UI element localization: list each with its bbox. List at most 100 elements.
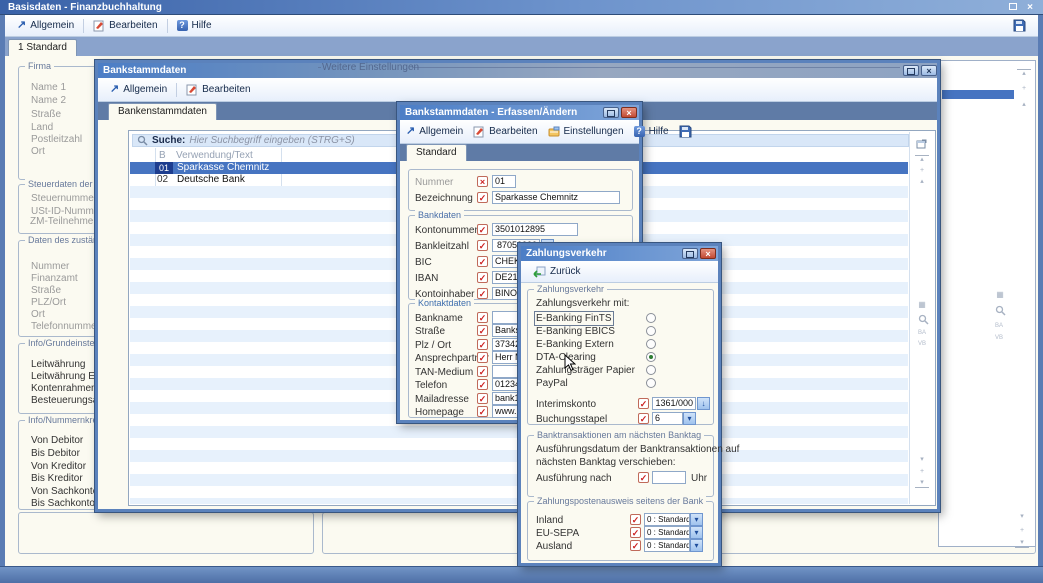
main-restore-button[interactable] [1006, 1, 1020, 14]
main-menu-allgemein[interactable]: ↗ Allgemein [11, 18, 80, 33]
interimskonto-input[interactable]: 1361/000 [652, 397, 696, 410]
move-up-icon[interactable]: + [1017, 85, 1031, 93]
ausland-dropdown-button[interactable]: ▾ [690, 539, 703, 552]
mailadresse-checkbox[interactable]: ✓ [477, 393, 488, 404]
column-options-icon[interactable] [916, 139, 927, 149]
right-panel-selected-row[interactable] [942, 90, 1014, 99]
ausfuehrung-input[interactable] [652, 471, 686, 484]
back-button[interactable]: Zurück [527, 264, 587, 280]
radio-paypal[interactable] [646, 378, 656, 388]
kontonummer-input[interactable]: 3501012895 [492, 223, 578, 236]
edit-save-button[interactable] [676, 123, 695, 140]
down-arrow-icon[interactable]: ▾ [1015, 513, 1029, 521]
interimskonto-lookup-button[interactable]: ↓ [697, 397, 710, 410]
main-close-button[interactable]: × [1023, 1, 1037, 14]
column-header-text[interactable]: Verwendung/Text [176, 150, 253, 161]
ba-icon[interactable]: BA [918, 330, 926, 336]
main-titlebar[interactable]: Basisdaten - Finanzbuchhaltung × [0, 0, 1043, 15]
bezeichnung-checkbox[interactable]: ✓ [477, 192, 488, 203]
option-label-paypal[interactable]: PayPal [536, 378, 568, 389]
tab-1-standard[interactable]: 1 Standard [8, 39, 77, 56]
radio-papier[interactable] [646, 365, 656, 375]
column-header-b[interactable]: B [159, 150, 166, 161]
scroll-up-icon[interactable]: + [915, 167, 929, 175]
ausfuehrung-checkbox[interactable]: ✓ [638, 472, 649, 483]
magnifier-icon[interactable] [918, 314, 929, 325]
buchungsstapel-select[interactable]: 6 [652, 412, 683, 425]
scroll-to-top-icon[interactable]: ▴ [915, 155, 929, 164]
inland-checkbox[interactable]: ✓ [630, 514, 641, 525]
radio-ebics[interactable] [646, 326, 656, 336]
edit-window-titlebar[interactable]: Bankstammdaten - Erfassen/Ändern × [400, 105, 639, 120]
strasse-checkbox[interactable]: ✓ [477, 325, 488, 336]
edit-menu-bearbeiten[interactable]: Bearbeiten [470, 124, 540, 140]
iban-checkbox[interactable]: ✓ [477, 272, 488, 283]
eu-sepa-checkbox[interactable]: ✓ [630, 527, 641, 538]
scroll-down-plus-icon[interactable]: + [915, 468, 929, 476]
radio-fints[interactable] [646, 313, 656, 323]
bank-menu-bearbeiten[interactable]: Bearbeiten [180, 82, 256, 98]
bic-checkbox[interactable]: ✓ [477, 256, 488, 267]
eu-sepa-select[interactable]: 0 : Standard [644, 526, 690, 539]
homepage-checkbox[interactable]: ✓ [477, 406, 488, 417]
option-label-fints[interactable]: E-Banking FinTS [536, 313, 612, 324]
main-menu-hilfe[interactable]: ? Hilfe [171, 18, 218, 33]
eu-sepa-dropdown-button[interactable]: ▾ [690, 526, 703, 539]
ausland-select[interactable]: 0 : Standard [644, 539, 690, 552]
move-to-bottom-icon[interactable]: ▾ [1015, 539, 1029, 548]
bank-toolbar: ↗ Allgemein Bearbeiten [98, 78, 937, 102]
buchungsstapel-dropdown-button[interactable]: ▾ [683, 412, 696, 425]
edit-menu-hilfe[interactable]: ? Hilfe [631, 124, 672, 139]
tab-bankenstammdaten[interactable]: Bankenstammdaten [108, 103, 217, 120]
scroll-to-bottom-icon[interactable]: ▾ [915, 479, 929, 488]
option-label-extern[interactable]: E-Banking Extern [536, 339, 614, 350]
telefon-checkbox[interactable]: ✓ [477, 379, 488, 390]
kontonummer-checkbox[interactable]: ✓ [477, 224, 488, 235]
search-magnifier-icon[interactable] [995, 305, 1006, 316]
edit-menu-allgemein[interactable]: ↗ Allgemein [403, 124, 466, 139]
radio-extern[interactable] [646, 339, 656, 349]
grid-icon[interactable]: ▦ [993, 291, 1007, 299]
vb-icon[interactable]: VB [995, 335, 1003, 341]
vb-icon[interactable]: VB [918, 341, 926, 347]
ba-icon[interactable]: BA [995, 323, 1003, 329]
payment-window-titlebar[interactable]: Zahlungsverkehr × [521, 246, 718, 261]
main-menu-bearbeiten[interactable]: Bearbeiten [87, 18, 163, 34]
payment-restore-button[interactable] [682, 248, 698, 259]
edit-menu-einstellungen[interactable]: Einstellungen [545, 124, 627, 140]
up-arrow-icon[interactable]: ▴ [915, 178, 929, 186]
edit-close-button[interactable]: × [621, 107, 637, 118]
main-save-button[interactable] [1007, 17, 1032, 34]
grid-icon[interactable]: ▦ [915, 301, 929, 309]
ausland-checkbox[interactable]: ✓ [630, 540, 641, 551]
edit-restore-button[interactable] [603, 107, 619, 118]
bank-restore-button[interactable] [903, 65, 919, 76]
kontoinhaber-checkbox[interactable]: ✓ [477, 288, 488, 299]
nummer-checkbox[interactable]: × [477, 176, 488, 187]
ansprechpartner-checkbox[interactable]: ✓ [477, 352, 488, 363]
move-to-top-icon[interactable]: ▴ [1017, 69, 1031, 78]
scroll-down-icon[interactable]: ▾ [915, 456, 929, 464]
tab-standard[interactable]: Standard [406, 144, 467, 161]
bankleitzahl-checkbox[interactable]: ✓ [477, 240, 488, 251]
bank-menu-allgemein[interactable]: ↗ Allgemein [104, 82, 173, 97]
inland-select[interactable]: 0 : Standard [644, 513, 690, 526]
payment-close-button[interactable]: × [700, 248, 716, 259]
radio-dta-clearing-selected[interactable] [646, 352, 656, 362]
option-label-papier[interactable]: Zahlungsträger Papier [536, 365, 635, 376]
plz-ort-checkbox[interactable]: ✓ [477, 339, 488, 350]
option-label-ebics[interactable]: E-Banking EBICS [536, 326, 615, 337]
move-down-icon[interactable]: + [1015, 527, 1029, 535]
inland-dropdown-button[interactable]: ▾ [690, 513, 703, 526]
back-label: Zurück [550, 266, 581, 277]
up-arrow-icon[interactable]: ▴ [1017, 101, 1031, 109]
interimskonto-checkbox[interactable]: ✓ [638, 398, 649, 409]
buchungsstapel-checkbox[interactable]: ✓ [638, 413, 649, 424]
bank-close-button[interactable]: × [921, 65, 937, 76]
bank-window-titlebar[interactable]: Bankstammdaten × [98, 63, 937, 78]
nummer-input[interactable]: 01 [492, 175, 516, 188]
tan-medium-checkbox[interactable]: ✓ [477, 366, 488, 377]
search-icon [137, 135, 148, 146]
bezeichnung-input[interactable]: Sparkasse Chemnitz [492, 191, 620, 204]
bankname-checkbox[interactable]: ✓ [477, 312, 488, 323]
